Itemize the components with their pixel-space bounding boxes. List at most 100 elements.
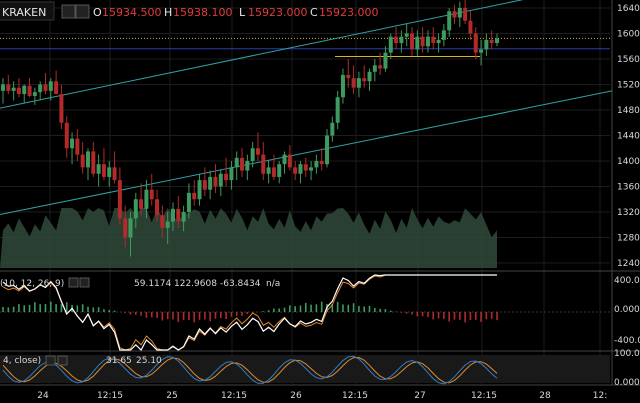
time-tick-label: 12: — [593, 391, 607, 401]
close-icon[interactable] — [75, 4, 90, 19]
macd-histogram-bar — [108, 310, 111, 312]
stoch-tick-label: 100.00 — [614, 349, 640, 359]
candle-body — [54, 81, 59, 95]
macd-histogram-bar — [97, 307, 100, 312]
trading-chart[interactable]: (10, 12, 26, 9) 59.1174 122.9608 -63.8434 n/… — [0, 0, 640, 403]
candle-body — [383, 52, 388, 69]
macd-histogram-bar — [358, 305, 360, 312]
candle-body — [186, 192, 191, 212]
candle-body — [335, 97, 340, 123]
macd-histogram-bar — [55, 304, 57, 312]
settings-icon[interactable] — [61, 4, 76, 19]
candle-body — [112, 167, 117, 181]
ohlc-values: O 15934.500 H 15938.100 L 15923.000 C 15923.000 — [93, 6, 379, 19]
candle-body — [378, 65, 383, 69]
macd-histogram-bar — [342, 304, 344, 312]
macd-histogram-bar — [172, 312, 174, 320]
candle-body — [43, 84, 48, 91]
stoch-label[interactable]: 4, close) — [3, 356, 41, 366]
price-tick-label: 14800 — [617, 106, 640, 116]
macd-histogram-bar — [304, 302, 307, 312]
macd-histogram-bar — [315, 304, 318, 312]
candle-body — [197, 180, 202, 200]
candle-body — [27, 85, 32, 96]
candle-body — [32, 92, 37, 96]
macd-histogram-bar — [235, 312, 238, 316]
candle-body — [202, 180, 207, 190]
price-tick-label: 12400 — [617, 259, 640, 269]
macd-histogram-bar — [262, 311, 265, 312]
candle-body — [399, 36, 404, 44]
macd-histogram-bar — [464, 312, 466, 323]
macd-tick-label: -400.00 — [614, 336, 640, 346]
macd-label[interactable]: (10, 12, 26, 9) — [0, 279, 64, 289]
candle-body — [293, 167, 298, 174]
macd-histogram-bar — [379, 308, 381, 312]
macd-histogram-bar — [87, 306, 89, 312]
macd-histogram-bar — [18, 304, 20, 312]
candle-body — [277, 164, 282, 177]
macd-histogram-bar — [490, 312, 493, 319]
macd-settings-icon[interactable] — [68, 277, 79, 288]
macd-histogram-bar — [374, 307, 376, 312]
ohlc-value-o: 15934.500 — [102, 6, 162, 19]
macd-histogram-bar — [448, 312, 450, 322]
chart-canvas[interactable]: (10, 12, 26, 9) 59.1174 122.9608 -63.8434 n/… — [0, 0, 640, 403]
macd-histogram-bar — [209, 312, 211, 322]
time-tick-label: 27 — [414, 391, 425, 401]
candle-body — [330, 122, 335, 136]
time-tick-label: 12:15 — [221, 391, 247, 401]
macd-histogram-bar — [437, 312, 440, 319]
candle-body — [420, 36, 425, 47]
candle-body — [59, 94, 64, 123]
candle-body — [367, 71, 372, 82]
candle-body — [170, 208, 175, 222]
candle-body — [325, 135, 330, 165]
macd-histogram-bar — [411, 312, 413, 315]
macd-histogram-bar — [124, 312, 126, 313]
macd-histogram-bar — [485, 312, 488, 320]
price-tick-label: 15600 — [617, 55, 640, 65]
macd-histogram-bar — [34, 302, 36, 312]
candle-body — [240, 157, 245, 171]
price-tick-label: 16000 — [617, 30, 640, 40]
macd-histogram-bar — [310, 304, 312, 312]
stoch-settings-icon[interactable] — [45, 355, 56, 366]
candle-body — [340, 74, 345, 98]
macd-histogram-bar — [81, 304, 84, 312]
stoch-value: 25.10 — [136, 356, 162, 366]
candle-body — [282, 154, 287, 165]
candle-body — [133, 199, 138, 219]
macd-histogram-bar — [156, 312, 158, 318]
candle-body — [155, 199, 160, 216]
macd-value: 59.1174 — [134, 279, 171, 289]
candle-body — [495, 38, 499, 44]
stoch-tick-label: 0.0000 — [614, 378, 640, 388]
macd-close-icon[interactable] — [79, 277, 90, 288]
candle-body — [149, 189, 154, 200]
candle-body — [80, 154, 85, 168]
stoch-band — [0, 355, 610, 383]
macd-histogram-bar — [443, 312, 445, 319]
candle-body — [261, 154, 266, 174]
macd-histogram-bar — [12, 306, 15, 312]
candle-body — [70, 138, 75, 149]
stoch-close-icon[interactable] — [57, 355, 68, 366]
macd-histogram-bar — [198, 312, 201, 320]
macd-histogram-bar — [134, 312, 137, 315]
macd-histogram-bar — [44, 304, 47, 312]
time-tick-label: 25 — [166, 391, 177, 401]
candle-body — [234, 157, 239, 168]
macd-histogram-bar — [320, 301, 323, 312]
candle-body — [213, 176, 218, 187]
price-tick-label: 14400 — [617, 132, 640, 142]
macd-histogram-bar — [188, 312, 190, 320]
volume-area — [0, 208, 497, 268]
candle-body — [250, 148, 255, 161]
macd-histogram-bar — [129, 312, 132, 315]
candle-body — [394, 36, 399, 44]
candle-body — [96, 164, 101, 174]
time-tick-label: 24 — [37, 391, 49, 401]
ohlc-value-c: 15923.000 — [319, 6, 379, 19]
candle-body — [107, 167, 112, 177]
